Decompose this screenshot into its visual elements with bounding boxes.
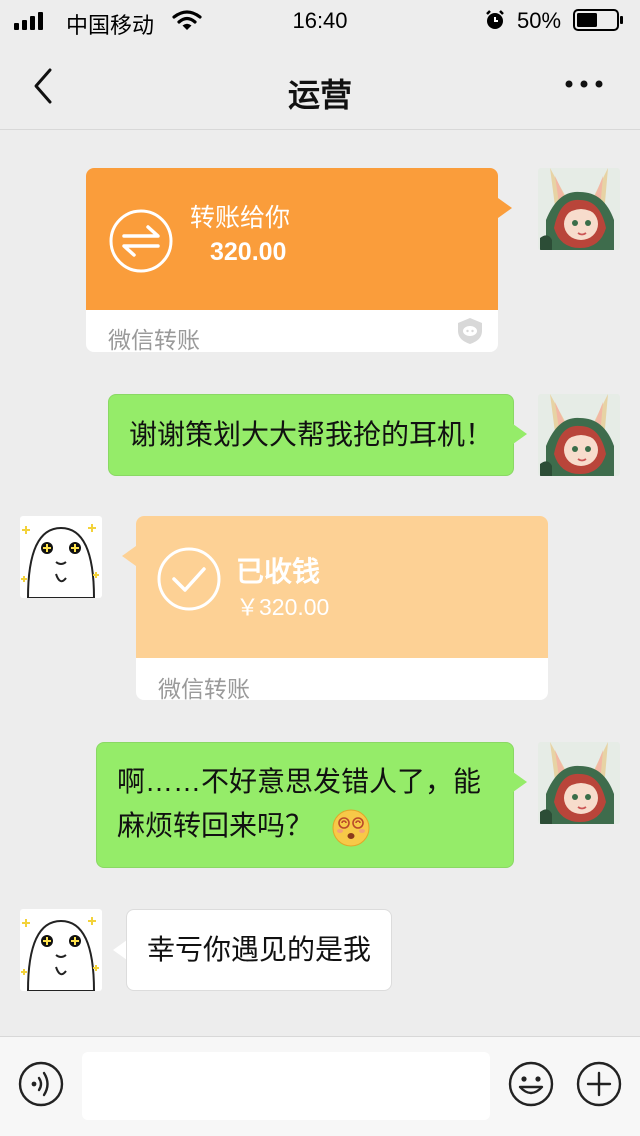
transfer-title: 已收钱 bbox=[236, 556, 321, 587]
check-circle-icon bbox=[157, 547, 221, 611]
more-icon[interactable] bbox=[564, 78, 604, 90]
avatar-other[interactable] bbox=[20, 516, 102, 598]
transfer-card-received[interactable]: 已收钱 ￥320.00 微信转账 bbox=[136, 516, 548, 702]
transfer-icon bbox=[109, 209, 173, 273]
wechat-pay-shield-icon bbox=[458, 318, 482, 344]
status-bar: 中国移动 16:40 50% bbox=[0, 0, 640, 42]
avatar-self[interactable] bbox=[538, 394, 620, 476]
avatar-self[interactable] bbox=[538, 168, 620, 250]
message-bubble-sent[interactable]: 谢谢策划大大帮我抢的耳机！ bbox=[108, 394, 514, 476]
transfer-card-sent[interactable]: 转账给你 320.00 微信转账 bbox=[86, 168, 498, 353]
bubble-tail bbox=[122, 546, 136, 566]
plus-icon[interactable] bbox=[576, 1061, 622, 1107]
transfer-footer: 微信转账 bbox=[108, 327, 200, 353]
message-line: 麻烦转回来吗？ bbox=[117, 803, 371, 849]
alarm-icon bbox=[486, 10, 504, 29]
bubble-tail bbox=[513, 424, 527, 444]
battery-icon bbox=[573, 9, 623, 31]
nav-bar: 运营 bbox=[0, 42, 640, 130]
emoji-icon[interactable] bbox=[508, 1061, 554, 1107]
message-text: 谢谢策划大大帮我抢的耳机！ bbox=[129, 419, 494, 450]
dizzy-face-emoji-icon bbox=[332, 809, 370, 847]
avatar-other[interactable] bbox=[20, 909, 102, 991]
message-bubble-sent[interactable]: 啊……不好意思发错人了，能 麻烦转回来吗？ bbox=[96, 742, 514, 868]
voice-icon[interactable] bbox=[18, 1061, 64, 1107]
message-line: 啊……不好意思发错人了，能 bbox=[117, 766, 482, 797]
transfer-amount: ￥320.00 bbox=[236, 594, 330, 620]
bubble-tail bbox=[498, 198, 512, 218]
transfer-amount: 320.00 bbox=[210, 238, 287, 266]
message-bubble-received[interactable]: 幸亏你遇见的是我 bbox=[126, 909, 392, 991]
transfer-footer: 微信转账 bbox=[158, 676, 250, 702]
message-input[interactable] bbox=[82, 1052, 490, 1120]
avatar-self[interactable] bbox=[538, 742, 620, 824]
bubble-tail bbox=[513, 772, 527, 792]
message-text: 幸亏你遇见的是我 bbox=[147, 934, 372, 965]
battery-percent: 50% bbox=[517, 8, 562, 33]
message-text: 麻烦转回来吗？ bbox=[117, 810, 314, 841]
bubble-tail bbox=[113, 940, 127, 960]
input-bar bbox=[0, 1036, 640, 1136]
chat-title: 运营 bbox=[287, 77, 352, 113]
transfer-title: 转账给你 bbox=[190, 204, 291, 232]
